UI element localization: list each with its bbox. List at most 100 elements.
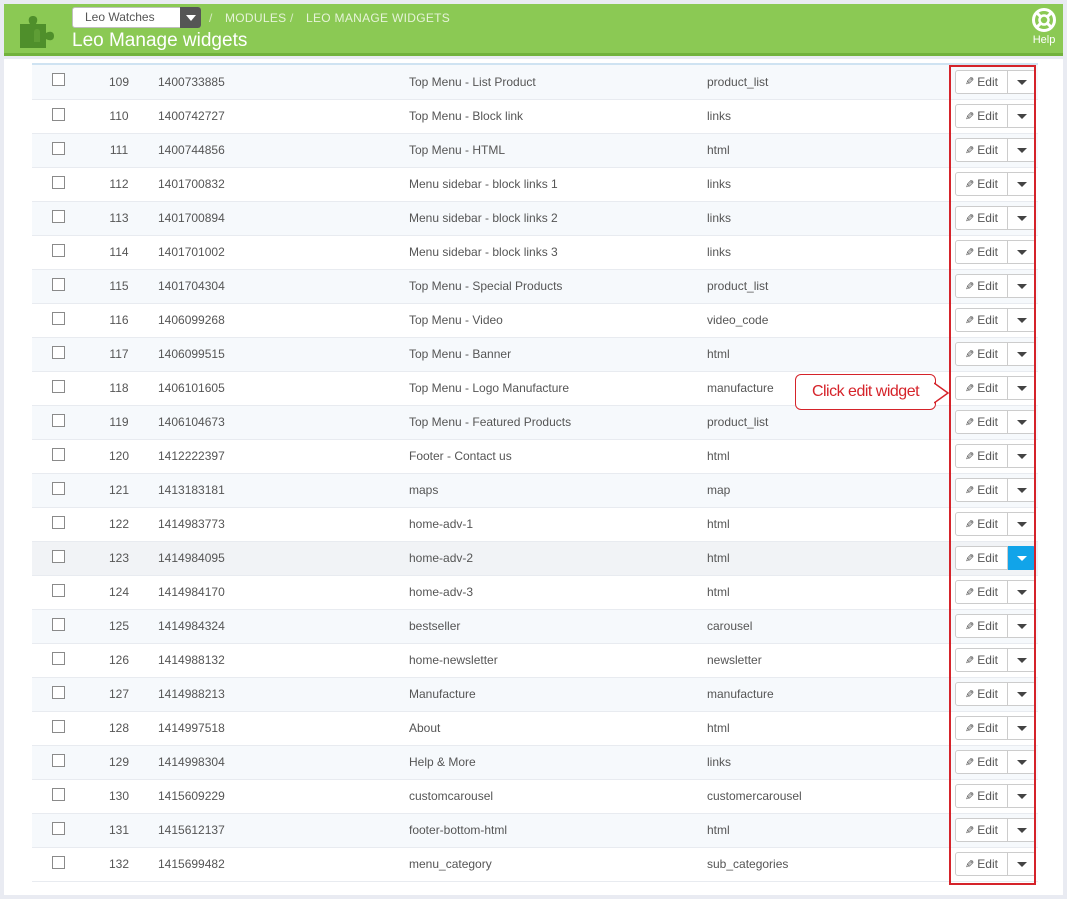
table-row[interactable]: 122 1414983773 home-adv-1 html ✎ Edit: [32, 507, 1038, 542]
shop-selector[interactable]: Leo Watches: [72, 7, 201, 28]
row-dropdown-toggle[interactable]: [1008, 648, 1036, 672]
edit-button[interactable]: ✎ Edit: [955, 648, 1008, 672]
table-row[interactable]: 124 1414984170 home-adv-3 html ✎ Edit: [32, 575, 1038, 610]
row-dropdown-toggle[interactable]: [1008, 308, 1036, 332]
row-dropdown-toggle[interactable]: [1008, 750, 1036, 774]
row-checkbox[interactable]: [52, 685, 65, 699]
edit-button[interactable]: ✎ Edit: [955, 104, 1008, 128]
row-checkbox[interactable]: [52, 311, 65, 325]
row-actions: ✎ Edit: [955, 847, 1038, 882]
row-checkbox[interactable]: [52, 515, 65, 529]
row-checkbox[interactable]: [52, 141, 65, 155]
edit-button[interactable]: ✎ Edit: [955, 614, 1008, 638]
table-row[interactable]: 131 1415612137 footer-bottom-html html ✎ Edit: [32, 813, 1038, 848]
table-row[interactable]: 109 1400733885 Top Menu - List Product prod…: [32, 65, 1038, 100]
row-actions: ✎ Edit: [955, 235, 1038, 270]
row-dropdown-toggle[interactable]: [1008, 818, 1036, 842]
row-checkbox[interactable]: [52, 345, 65, 359]
table-row[interactable]: 128 1414997518 About html ✎ Edit: [32, 711, 1038, 746]
edit-button[interactable]: ✎ Edit: [955, 308, 1008, 332]
edit-button[interactable]: ✎ Edit: [955, 478, 1008, 502]
row-checkbox[interactable]: [52, 107, 65, 121]
row-checkbox[interactable]: [52, 73, 65, 87]
row-checkbox[interactable]: [52, 243, 65, 257]
row-dropdown-toggle[interactable]: [1008, 172, 1036, 196]
edit-button[interactable]: ✎ Edit: [955, 546, 1008, 570]
edit-button[interactable]: ✎ Edit: [955, 274, 1008, 298]
edit-button[interactable]: ✎ Edit: [955, 342, 1008, 366]
edit-button[interactable]: ✎ Edit: [955, 784, 1008, 808]
row-checkbox[interactable]: [52, 413, 65, 427]
table-row[interactable]: 110 1400742727 Top Menu - Block link links ✎…: [32, 99, 1038, 134]
row-dropdown-toggle[interactable]: [1008, 614, 1036, 638]
edit-button[interactable]: ✎ Edit: [955, 240, 1008, 264]
row-checkbox[interactable]: [52, 855, 65, 869]
row-dropdown-toggle[interactable]: [1008, 342, 1036, 366]
row-dropdown-toggle[interactable]: [1008, 138, 1036, 162]
edit-button[interactable]: ✎ Edit: [955, 172, 1008, 196]
row-checkbox[interactable]: [52, 651, 65, 665]
row-dropdown-toggle[interactable]: [1008, 512, 1036, 536]
row-dropdown-toggle[interactable]: [1008, 410, 1036, 434]
table-row[interactable]: 117 1406099515 Top Menu - Banner html ✎ Edit: [32, 337, 1038, 372]
row-checkbox[interactable]: [52, 175, 65, 189]
table-row[interactable]: 119 1406104673 Top Menu - Featured Product…: [32, 405, 1038, 440]
edit-button[interactable]: ✎ Edit: [955, 69, 1008, 94]
edit-button[interactable]: ✎ Edit: [955, 852, 1008, 876]
row-dropdown-toggle[interactable]: [1008, 69, 1036, 94]
row-checkbox[interactable]: [52, 447, 65, 461]
table-row[interactable]: 121 1413183181 maps map ✎ Edit: [32, 473, 1038, 508]
edit-button[interactable]: ✎ Edit: [955, 750, 1008, 774]
edit-button[interactable]: ✎ Edit: [955, 138, 1008, 162]
row-checkbox[interactable]: [52, 583, 65, 597]
edit-button[interactable]: ✎ Edit: [955, 818, 1008, 842]
edit-button[interactable]: ✎ Edit: [955, 716, 1008, 740]
table-row[interactable]: 111 1400744856 Top Menu - HTML html ✎ Edit: [32, 133, 1038, 168]
row-dropdown-toggle[interactable]: [1008, 240, 1036, 264]
edit-button[interactable]: ✎ Edit: [955, 410, 1008, 434]
row-checkbox[interactable]: [52, 209, 65, 223]
row-checkbox[interactable]: [52, 787, 65, 801]
row-checkbox[interactable]: [52, 549, 65, 563]
row-dropdown-toggle[interactable]: [1008, 852, 1036, 876]
row-dropdown-toggle[interactable]: [1008, 376, 1036, 400]
table-row[interactable]: 113 1401700894 Menu sidebar - block links …: [32, 201, 1038, 236]
row-dropdown-toggle[interactable]: [1008, 682, 1036, 706]
row-dropdown-toggle[interactable]: [1008, 716, 1036, 740]
table-row[interactable]: 123 1414984095 home-adv-2 html ✎ Edit: [32, 541, 1038, 576]
table-row[interactable]: 130 1415609229 customcarousel customercarou…: [32, 779, 1038, 814]
edit-button[interactable]: ✎ Edit: [955, 444, 1008, 468]
table-row[interactable]: 127 1414988213 Manufacture manufacture ✎ Edit: [32, 677, 1038, 712]
row-checkbox[interactable]: [52, 719, 65, 733]
help-button[interactable]: Help: [1031, 8, 1057, 52]
breadcrumb-modules[interactable]: MODULES: [225, 11, 286, 25]
table-row[interactable]: 126 1414988132 home-newsletter newsletter ✎ E…: [32, 643, 1038, 678]
edit-button[interactable]: ✎ Edit: [955, 682, 1008, 706]
row-dropdown-toggle[interactable]: [1008, 274, 1036, 298]
table-row[interactable]: 132 1415699482 menu_category sub_categories…: [32, 847, 1038, 882]
edit-button[interactable]: ✎ Edit: [955, 376, 1008, 400]
table-row[interactable]: 116 1406099268 Top Menu - Video video_code ✎…: [32, 303, 1038, 338]
row-checkbox[interactable]: [52, 821, 65, 835]
row-dropdown-toggle[interactable]: [1008, 478, 1036, 502]
edit-button[interactable]: ✎ Edit: [955, 580, 1008, 604]
edit-button[interactable]: ✎ Edit: [955, 512, 1008, 536]
row-checkbox[interactable]: [52, 753, 65, 767]
row-dropdown-toggle[interactable]: [1008, 104, 1036, 128]
row-checkbox[interactable]: [52, 379, 65, 393]
row-checkbox[interactable]: [52, 617, 65, 631]
table-row[interactable]: 125 1414984324 bestseller carousel ✎ Edit: [32, 609, 1038, 644]
table-row[interactable]: 112 1401700832 Menu sidebar - block links …: [32, 167, 1038, 202]
table-row[interactable]: 120 1412222397 Footer - Contact us html ✎ Edi…: [32, 439, 1038, 474]
row-dropdown-toggle[interactable]: [1008, 580, 1036, 604]
table-row[interactable]: 115 1401704304 Top Menu - Special Products…: [32, 269, 1038, 304]
row-checkbox[interactable]: [52, 277, 65, 291]
edit-button[interactable]: ✎ Edit: [955, 206, 1008, 230]
row-checkbox[interactable]: [52, 481, 65, 495]
row-dropdown-toggle[interactable]: [1008, 784, 1036, 808]
row-dropdown-toggle[interactable]: [1008, 206, 1036, 230]
row-dropdown-toggle[interactable]: [1008, 444, 1036, 468]
table-row[interactable]: 114 1401701002 Menu sidebar - block links …: [32, 235, 1038, 270]
row-dropdown-toggle[interactable]: [1008, 546, 1036, 570]
table-row[interactable]: 129 1414998304 Help & More links ✎ Edit: [32, 745, 1038, 780]
